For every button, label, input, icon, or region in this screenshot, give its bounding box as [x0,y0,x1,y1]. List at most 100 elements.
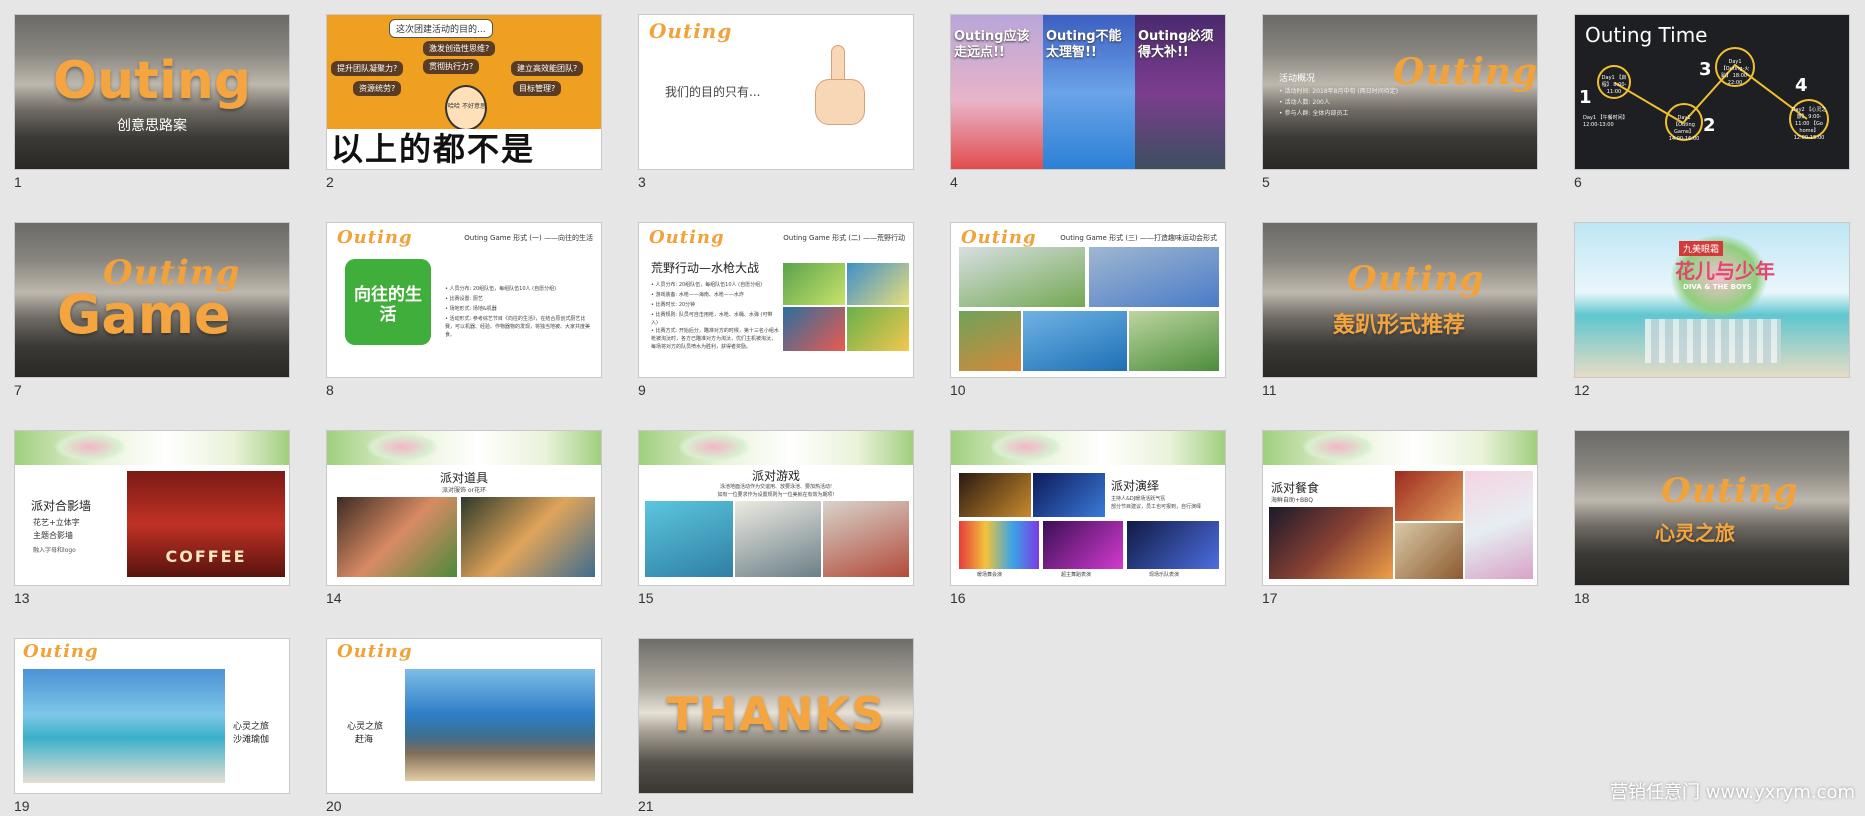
slide-thumbnail-14[interactable]: 派对道具 派对服饰 or花环 14 [326,430,602,606]
slide-13-preview: 派对合影墙 花艺+立体字 主题合影墙 融入字母和logo COFFEE [14,430,290,586]
slide-number: 13 [14,590,30,606]
slide-3-text: 我们的目的只有... [665,85,761,99]
slide-8-line: • 人员分布: 20组队伍，每组队伍10人 (自愿分组) [445,286,557,292]
slide-thumbnail-13[interactable]: 派对合影墙 花艺+立体字 主题合影墙 融入字母和logo COFFEE 13 [14,430,290,606]
slide-11-logo: Outing [1347,259,1485,299]
show-logo-icon [679,433,749,461]
slide-2-option: 目标管理? [513,81,562,96]
slide-thumbnail-16[interactable]: 派对演绎 主持人&DJ暖场活跃气氛 部分节目建议，员工也可报到，自行演绎 暖场舞… [950,430,1226,606]
slide-8-preview: Outing Outing Game 形式 (一) ——向往的生活 向往的生活 … [326,222,602,378]
slide-thumbnail-7[interactable]: Outing Game 7 [14,222,290,398]
slide-2-character-label: 哈哈 不好意思 [448,103,486,110]
slide-21-preview: THANKS [638,638,914,794]
slide-9-photo [783,307,845,351]
slide-9-heading: 荒野行动—水枪大战 [651,261,760,275]
slide-thumbnail-1[interactable]: Outing 创意思路案 1 [14,14,290,190]
slide-9-photo [847,307,909,351]
slide-16-photo [1033,473,1105,517]
slide-thumbnail-6[interactable]: Outing Time Day1 【启程】 8:00-11:00 1 Day1 … [1574,14,1850,190]
slide-21-title: THANKS [666,687,886,741]
slide-2-preview: 这次团建活动的目的... 激发创造性思维? 提升团队凝聚力? 贯彻执行力? 建立… [326,14,602,170]
slide-10-title: Outing Game 形式 (三) ——打造趣味运动会形式 [1060,234,1217,242]
slide-number: 14 [326,590,342,606]
slide-5-logo: Outing [1393,51,1538,93]
slide-thumbnail-20[interactable]: Outing 心灵之旅 赶海 20 [326,638,602,814]
timeline-node: Day1 【Outing Game】 14:00-16:00 [1665,103,1703,142]
slide-16-photo [1127,521,1219,569]
slide-13-line: 花艺+立体字 [33,518,80,527]
slide-thumbnail-11[interactable]: Outing 轰趴形式推荐 11 [1262,222,1538,398]
slide-number: 4 [950,174,958,190]
slide-2-question: 这次团建活动的目的... [389,19,493,38]
slide-18-title: 心灵之旅 [1655,521,1735,545]
slide-14-heading: 派对道具 [439,471,488,485]
slide-thumbnail-17[interactable]: 派对餐食 海鲜自助+BBQ 17 [1262,430,1538,606]
slide-12-logo-top: 九美眼霜 [1679,241,1724,256]
slide-thumbnail-4[interactable]: Outing应该走远点!! Outing不能太理智!! Outing必须得大补!… [950,14,1226,190]
slide-16-heading: 派对演绎 [1111,479,1160,493]
slide-thumbnail-19[interactable]: Outing 心灵之旅 沙滩瑜伽 19 [14,638,290,814]
slide-9-logo: Outing [649,227,725,248]
slide-thumbnail-2[interactable]: 这次团建活动的目的... 激发创造性思维? 提升团队凝聚力? 贯彻执行力? 建立… [326,14,602,190]
slide-thumbnail-18[interactable]: Outing 心灵之旅 18 [1574,430,1850,606]
slide-17-heading: 派对餐食 [1271,481,1320,495]
slide-15-photo [735,501,821,577]
slide-6-node-text: Day1 【启程】 8:00-11:00 [1601,75,1627,95]
slide-11-title: 轰趴形式推荐 [1333,313,1466,338]
slide-17-photo [1269,507,1393,579]
slide-4-panel-text: Outing应该走远点!! [954,29,1030,60]
slide-2-bottom-text: 以上的都不是 [327,129,601,169]
slide-thumbnail-10[interactable]: Outing Outing Game 形式 (三) ——打造趣味运动会形式 10 [950,222,1226,398]
slide-thumbnail-15[interactable]: 派对游戏 泳池地面活动作为交谊用、放要泳池、要加热活动! 如有一位要求作为设置规… [638,430,914,606]
slide-9-line: • 比赛时长: 20分钟 [651,302,696,308]
slide-9-line: • 比赛方式: 开始后分，瞄准对方的时候，第十三名小组水枪被淘汰时，各方已瞄准对… [651,328,779,350]
timeline-node: Day1 【启程】 8:00-11:00 [1597,65,1631,99]
slide-16-sub: 部分节目建议，员工也可报到，自行演绎 [1111,504,1202,510]
slide-number: 5 [1262,174,1270,190]
slide-18-preview: Outing 心灵之旅 [1574,430,1850,586]
slide-8-badge: 向往的生活 [345,259,431,345]
slide-thumbnail-8[interactable]: Outing Outing Game 形式 (一) ——向往的生活 向往的生活 … [326,222,602,398]
slide-16-photo [1043,521,1123,569]
slide-number: 21 [638,798,654,814]
slide-8-line: • 活动形式: 参考综艺节目《向往的生活》，在结合原创式厨艺比赛，可以机器、经验… [445,316,591,338]
slide-11-preview: Outing 轰趴形式推荐 [1262,222,1538,378]
slide-9-photo [783,263,845,305]
slide-thumbnail-5[interactable]: Outing 活动概况 • 活动时间: 2018年8月中旬 (两日时间待定) •… [1262,14,1538,190]
slide-5-line: • 活动时间: 2018年8月中旬 (两日时间待定) [1279,88,1399,95]
slide-number: 9 [638,382,646,398]
slide-12-logo-main: 花儿与少年 [1675,259,1775,283]
slide-1-preview: Outing 创意思路案 [14,14,290,170]
slide-15-sub: 如有一位要求作为设置规则为一位美就在有效为期项! [717,492,835,498]
slide-2-option: 建立高效能团队? [511,61,584,76]
slide-6-node-text: Day1 【Outing Game】 14:00-16:00 [1668,115,1700,142]
slide-10-photo [959,311,1021,371]
slide-6-preview: Outing Time Day1 【启程】 8:00-11:00 1 Day1 … [1574,14,1850,170]
slide-6-node-digit: 2 [1703,115,1716,136]
slide-number: 8 [326,382,334,398]
slide-6-node-digit: 1 [1579,87,1592,108]
slide-thumbnail-21[interactable]: THANKS 21 [638,638,914,814]
slide-10-logo: Outing [961,227,1037,248]
slide-14-photo [461,497,595,577]
show-logo-icon [1303,433,1373,461]
slide-thumbnail-3[interactable]: Outing 我们的目的只有... 3 [638,14,914,190]
slide-1-subtitle: 创意思路案 [117,118,187,134]
slide-7-preview: Outing Game [14,222,290,378]
slide-number: 2 [326,174,334,190]
slide-12-people-photo [1645,319,1781,363]
slide-12-preview: 九美眼霜 花儿与少年 DIVA & THE BOYS [1574,222,1850,378]
character-face-icon: 哈哈 不好意思 [445,85,487,131]
slide-thumbnail-9[interactable]: Outing Outing Game 形式 (二) ——荒野行动 荒野行动—水枪… [638,222,914,398]
slide-15-photo [823,501,909,577]
slide-20-photo [405,669,595,781]
slide-17-sub: 海鲜自助+BBQ [1271,497,1313,504]
slide-thumbnail-12[interactable]: 九美眼霜 花儿与少年 DIVA & THE BOYS 12 [1574,222,1850,398]
slide-number: 16 [950,590,966,606]
slide-13-line: 融入字母和logo [33,547,76,554]
slide-4-panel-text: Outing必须得大补!! [1138,29,1214,60]
slide-4-panel-text: Outing不能太理智!! [1046,29,1122,60]
slide-number: 17 [1262,590,1278,606]
slide-8-badge-text: 向往的生活 [354,285,422,325]
slide-10-preview: Outing Outing Game 形式 (三) ——打造趣味运动会形式 [950,222,1226,378]
